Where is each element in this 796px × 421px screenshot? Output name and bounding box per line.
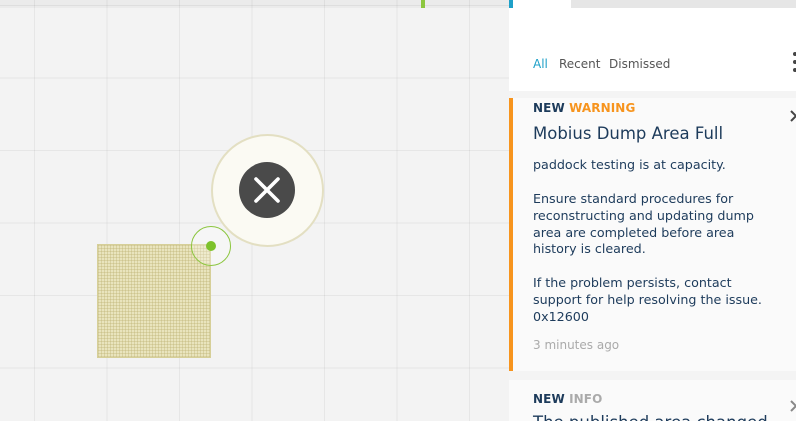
status-indicator — [421, 0, 425, 8]
panel-accent — [509, 0, 513, 8]
close-icon[interactable] — [789, 109, 796, 123]
notification-panel: All Recent Dismissed NEW WARNING Mobius … — [509, 0, 796, 421]
map-canvas[interactable] — [0, 0, 509, 421]
notification-card-warning[interactable]: NEW WARNING Mobius Dump Area Full paddoc… — [509, 98, 796, 371]
notification-tag: NEW WARNING — [533, 101, 635, 115]
tab-dismissed[interactable]: Dismissed — [609, 57, 670, 71]
panel-active-tab[interactable] — [513, 0, 571, 8]
dump-area-region[interactable] — [97, 244, 211, 358]
notification-body-support: If the problem persists, contact support… — [533, 275, 762, 324]
panel-top-strip — [509, 0, 796, 8]
panel-header: All Recent Dismissed — [509, 8, 796, 91]
notification-title: Mobius Dump Area Full — [533, 124, 724, 143]
new-badge: NEW — [533, 101, 565, 115]
severity-label: WARNING — [569, 101, 636, 115]
severity-bar — [509, 98, 513, 371]
notification-timestamp: 3 minutes ago — [533, 338, 620, 352]
map-toolbar-strip — [0, 0, 509, 8]
tab-recent[interactable]: Recent — [559, 57, 600, 71]
close-icon — [254, 177, 280, 203]
notification-body-summary: paddock testing is at capacity. — [533, 157, 726, 172]
notification-card-info[interactable]: NEW INFO The published area changed — [509, 380, 796, 421]
close-area-button[interactable] — [239, 162, 295, 218]
drag-handle-icon[interactable] — [206, 241, 216, 251]
close-icon[interactable] — [789, 399, 796, 413]
tab-all[interactable]: All — [533, 57, 548, 71]
notification-title: The published area changed — [533, 413, 768, 421]
severity-label: INFO — [569, 392, 603, 406]
kebab-menu-icon[interactable] — [792, 52, 796, 72]
new-badge: NEW — [533, 392, 565, 406]
notification-tag: NEW INFO — [533, 392, 602, 406]
notification-body-procedure: Ensure standard procedures for reconstru… — [533, 191, 754, 257]
